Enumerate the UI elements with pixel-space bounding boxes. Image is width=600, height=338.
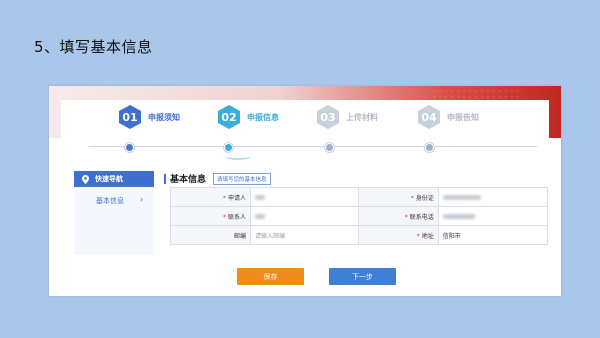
save-button[interactable]: 保存 [237, 268, 304, 285]
applicant-field[interactable] [250, 187, 359, 207]
step-progress: 01 申报须知 02 申报信息 03 上传材料 04 申报告知 [61, 100, 549, 160]
step-3-badge: 03 [317, 105, 339, 129]
address-label: * 地址 [357, 225, 439, 245]
chevron-right-icon: › [140, 195, 144, 204]
step-3-node [325, 143, 334, 152]
step-1[interactable]: 01 申报须知 [119, 104, 180, 130]
quick-nav-header: 快速导航 [74, 171, 154, 187]
sidebar-item-basic-info[interactable]: 基本信息 [96, 196, 124, 206]
step-2-node [224, 143, 233, 152]
step-4[interactable]: 04 申报告知 [418, 104, 479, 130]
section-tip: 请填写您的基本信息 [213, 172, 271, 185]
step-1-label: 申报须知 [148, 112, 180, 122]
section-header: 基本信息 请填写您的基本信息 [164, 172, 271, 185]
section-title: 基本信息 [170, 175, 207, 185]
id-card-field[interactable] [437, 187, 549, 207]
contact-label: * 联系人 [169, 206, 252, 226]
step-3[interactable]: 03 上传材料 [317, 104, 378, 130]
step-4-node [425, 143, 434, 152]
step-1-badge: 01 [119, 105, 141, 129]
id-card-label: * 身份证 [357, 187, 439, 207]
section-accent-bar [164, 173, 166, 184]
phone-field[interactable] [437, 206, 549, 226]
quick-nav-sidebar: 快速导航 基本信息 › [74, 171, 154, 255]
app-screenshot: 01 申报须知 02 申报信息 03 上传材料 04 申报告知 快速导航 基本信… [49, 86, 561, 296]
quick-nav-title: 快速导航 [95, 175, 123, 183]
postcode-field[interactable]: 请输入邮编 [250, 225, 359, 245]
step-1-node [125, 143, 134, 152]
postcode-label: 邮编 [169, 225, 252, 245]
main-content: 01 申报须知 02 申报信息 03 上传材料 04 申报告知 快速导航 基本信… [61, 100, 549, 296]
step-2-label: 申报信息 [247, 112, 279, 122]
form-row: 邮编 请输入邮编 * 地址 信阳市 [169, 225, 549, 245]
step-track [89, 146, 537, 147]
next-step-button[interactable]: 下一步 [329, 268, 396, 285]
applicant-label: * 申请人 [169, 187, 252, 207]
postcode-placeholder: 请输入邮编 [255, 232, 286, 240]
form-row: * 联系人 * 联系电话 [169, 206, 549, 226]
location-pin-icon [82, 174, 89, 184]
slide-title: 5、填写基本信息 [34, 38, 153, 56]
form-row: * 申请人 * 身份证 [169, 187, 549, 207]
step-4-label: 申报告知 [447, 112, 479, 122]
active-step-indicator [225, 152, 251, 160]
address-field[interactable]: 信阳市 [437, 225, 549, 245]
step-4-badge: 04 [418, 105, 440, 129]
step-2-badge: 02 [218, 105, 240, 129]
step-3-label: 上传材料 [346, 112, 378, 122]
basic-info-form: * 申请人 * 身份证 * 联系人 * 联系电话 邮编 请输入邮编 * 地址 信阳市 [169, 187, 549, 245]
contact-field[interactable] [250, 206, 359, 226]
step-2[interactable]: 02 申报信息 [218, 104, 279, 130]
phone-label: * 联系电话 [357, 206, 439, 226]
